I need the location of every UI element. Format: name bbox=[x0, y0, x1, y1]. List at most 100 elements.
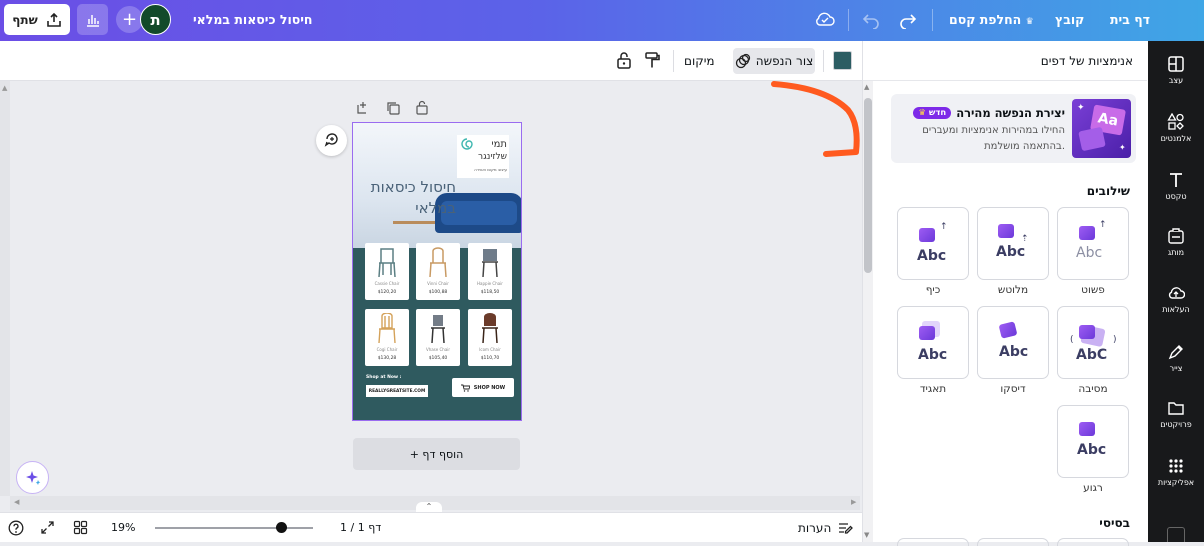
scroll-up-icon[interactable]: ▲ bbox=[2, 84, 7, 92]
promo-title: יצירת הנפשה מהירה bbox=[956, 106, 1065, 120]
magic-assistant-button[interactable] bbox=[16, 461, 49, 494]
product-card: Vhase Chair $105,40 bbox=[416, 309, 460, 366]
add-collaborator-button[interactable]: + bbox=[116, 6, 143, 33]
animation-simple[interactable]: ↑ Abc bbox=[1057, 207, 1129, 280]
abc-glyph: Abc bbox=[918, 347, 948, 363]
scroll-right-icon[interactable]: ▶ bbox=[851, 498, 856, 506]
undo-icon[interactable] bbox=[862, 11, 880, 29]
promo-image-glyph bbox=[1078, 126, 1106, 152]
top-bar: שתף + ת חיסול כיסאות במלאי החלפת קסם ♛ ק… bbox=[0, 0, 1204, 41]
rail-item-elements[interactable]: אלמנטים bbox=[1148, 113, 1204, 143]
logo-line3: עיצוב מקום ואווירה bbox=[474, 167, 507, 172]
logo-swirl-icon bbox=[461, 138, 473, 150]
shapes-icon bbox=[1167, 113, 1184, 130]
notes-button[interactable]: הערות bbox=[798, 520, 854, 536]
product-name: Vinni Chair bbox=[427, 281, 449, 286]
animation-polished[interactable]: ⇡ Abc bbox=[977, 207, 1049, 280]
animation-label: תאגיד bbox=[919, 383, 947, 395]
site-url: REALLYGREATSITE.COM bbox=[366, 385, 428, 397]
image-glyph bbox=[1079, 325, 1095, 339]
cloud-saved-icon[interactable] bbox=[814, 10, 836, 28]
scroll-left-icon[interactable]: ◀ bbox=[14, 498, 19, 506]
grid-view-icon[interactable] bbox=[73, 520, 88, 535]
new-badge: ♛ חדש bbox=[913, 107, 952, 119]
motion-lines-icon: ( bbox=[1070, 335, 1074, 345]
rail-item-uploads[interactable]: העלאות bbox=[1148, 284, 1204, 314]
quick-animate-promo[interactable]: Aa ✦ ✦ ♛ חדש יצירת הנפשה מהירה החילו במה… bbox=[891, 94, 1136, 163]
rail-item-draw[interactable]: צייר bbox=[1148, 343, 1204, 373]
duplicate-page-icon[interactable] bbox=[386, 101, 400, 115]
rail-label: העלאות bbox=[1162, 305, 1190, 314]
text-icon bbox=[1170, 173, 1182, 187]
bar-chart-icon bbox=[86, 14, 99, 27]
product-price: $100,88 bbox=[428, 290, 448, 295]
share-button[interactable]: שתף bbox=[4, 4, 70, 35]
sparkle-icon bbox=[25, 470, 40, 485]
rail-label: פרויקטים bbox=[1160, 420, 1192, 429]
promo-title-row: ♛ חדש יצירת הנפשה מהירה bbox=[891, 106, 1065, 120]
panel-scroll-up-icon[interactable]: ▲ bbox=[864, 83, 869, 91]
panel-scrollbar-thumb[interactable] bbox=[864, 98, 872, 273]
headline-line2: במלאי bbox=[415, 199, 456, 217]
zoom-slider-track[interactable] bbox=[155, 527, 313, 529]
product-price: $118,50 bbox=[480, 290, 500, 295]
home-link[interactable]: דף בית bbox=[1110, 12, 1150, 27]
insights-button[interactable] bbox=[77, 4, 108, 35]
logo-line1: תמי bbox=[491, 139, 507, 150]
rail-item-partial[interactable] bbox=[1167, 527, 1185, 542]
animation-card-partial[interactable] bbox=[1057, 538, 1129, 546]
animate-button[interactable]: צור הנפשה bbox=[733, 48, 815, 74]
paint-roller-icon[interactable] bbox=[644, 51, 662, 69]
add-page-button[interactable]: + הוסף דף bbox=[353, 438, 520, 470]
annotation-arrow bbox=[771, 81, 860, 157]
document-title[interactable]: חיסול כיסאות במלאי bbox=[193, 12, 313, 27]
position-button[interactable]: מיקום bbox=[684, 54, 715, 68]
pen-icon bbox=[1168, 345, 1183, 360]
magic-switch-menu[interactable]: החלפת קסם ♛ bbox=[949, 12, 1034, 27]
panel-scroll-down-icon[interactable]: ▼ bbox=[864, 531, 869, 539]
rail-item-text[interactable]: טקסט bbox=[1148, 171, 1204, 201]
rail-item-apps[interactable]: אפליקציות bbox=[1148, 457, 1204, 487]
animation-fun[interactable]: ↑ Abc bbox=[897, 207, 969, 280]
animation-corporate[interactable]: Abc bbox=[897, 306, 969, 379]
chair-icon bbox=[482, 249, 498, 278]
fullscreen-icon[interactable] bbox=[40, 520, 55, 535]
product-card: Cogi Chair $130,28 bbox=[365, 309, 409, 366]
design-page[interactable]: תמי שלזינגר עיצוב מקום ואווירה חיסול כיס… bbox=[352, 122, 522, 421]
vertical-scrollbar[interactable] bbox=[0, 81, 10, 496]
color-swatch[interactable] bbox=[833, 51, 852, 70]
panel-title: אנימציות של דפים bbox=[1040, 54, 1133, 68]
rail-item-brand[interactable]: מותג bbox=[1148, 227, 1204, 257]
show-pages-toggle[interactable]: ⌃ bbox=[416, 502, 442, 512]
lock-page-icon[interactable] bbox=[416, 100, 428, 115]
redo-icon[interactable] bbox=[899, 11, 917, 29]
crown-icon: ♛ bbox=[918, 108, 926, 118]
animation-calm[interactable]: Abc bbox=[1057, 405, 1129, 478]
rail-item-projects[interactable]: פרויקטים bbox=[1148, 399, 1204, 429]
side-table bbox=[393, 221, 435, 224]
animation-card-partial[interactable] bbox=[897, 538, 969, 546]
animation-label: רגוע bbox=[1083, 482, 1103, 494]
animation-party[interactable]: ( ) AbC bbox=[1057, 306, 1129, 379]
page-indicator[interactable]: דף 1 / 1 bbox=[340, 521, 381, 534]
lock-icon[interactable] bbox=[616, 51, 632, 69]
product-name: Happie Chair bbox=[477, 281, 503, 286]
animation-card-partial[interactable] bbox=[977, 538, 1049, 546]
promo-thumbnail: Aa ✦ ✦ bbox=[1072, 99, 1131, 158]
avatar[interactable]: ת bbox=[140, 4, 171, 35]
arrow-up-icon: ↑ bbox=[940, 222, 948, 232]
folder-icon bbox=[1168, 402, 1184, 415]
animation-disco[interactable]: Abc bbox=[977, 306, 1049, 379]
add-element-icon[interactable] bbox=[356, 101, 370, 115]
promo-text-line2: בהתאמה מושלמת. bbox=[984, 141, 1065, 152]
help-icon[interactable] bbox=[8, 520, 24, 536]
zoom-level[interactable]: 19% bbox=[111, 521, 135, 534]
rail-item-design[interactable]: עצב bbox=[1148, 55, 1204, 85]
comment-button[interactable] bbox=[316, 125, 347, 156]
zoom-slider-thumb[interactable] bbox=[276, 522, 288, 533]
file-menu[interactable]: קובץ bbox=[1055, 12, 1084, 27]
abc-glyph: Abc bbox=[999, 344, 1029, 360]
shop-at-label: Shop at Now : bbox=[366, 375, 402, 380]
arrow-up-icon: ⇡ bbox=[1021, 234, 1029, 244]
cart-icon bbox=[460, 384, 470, 392]
